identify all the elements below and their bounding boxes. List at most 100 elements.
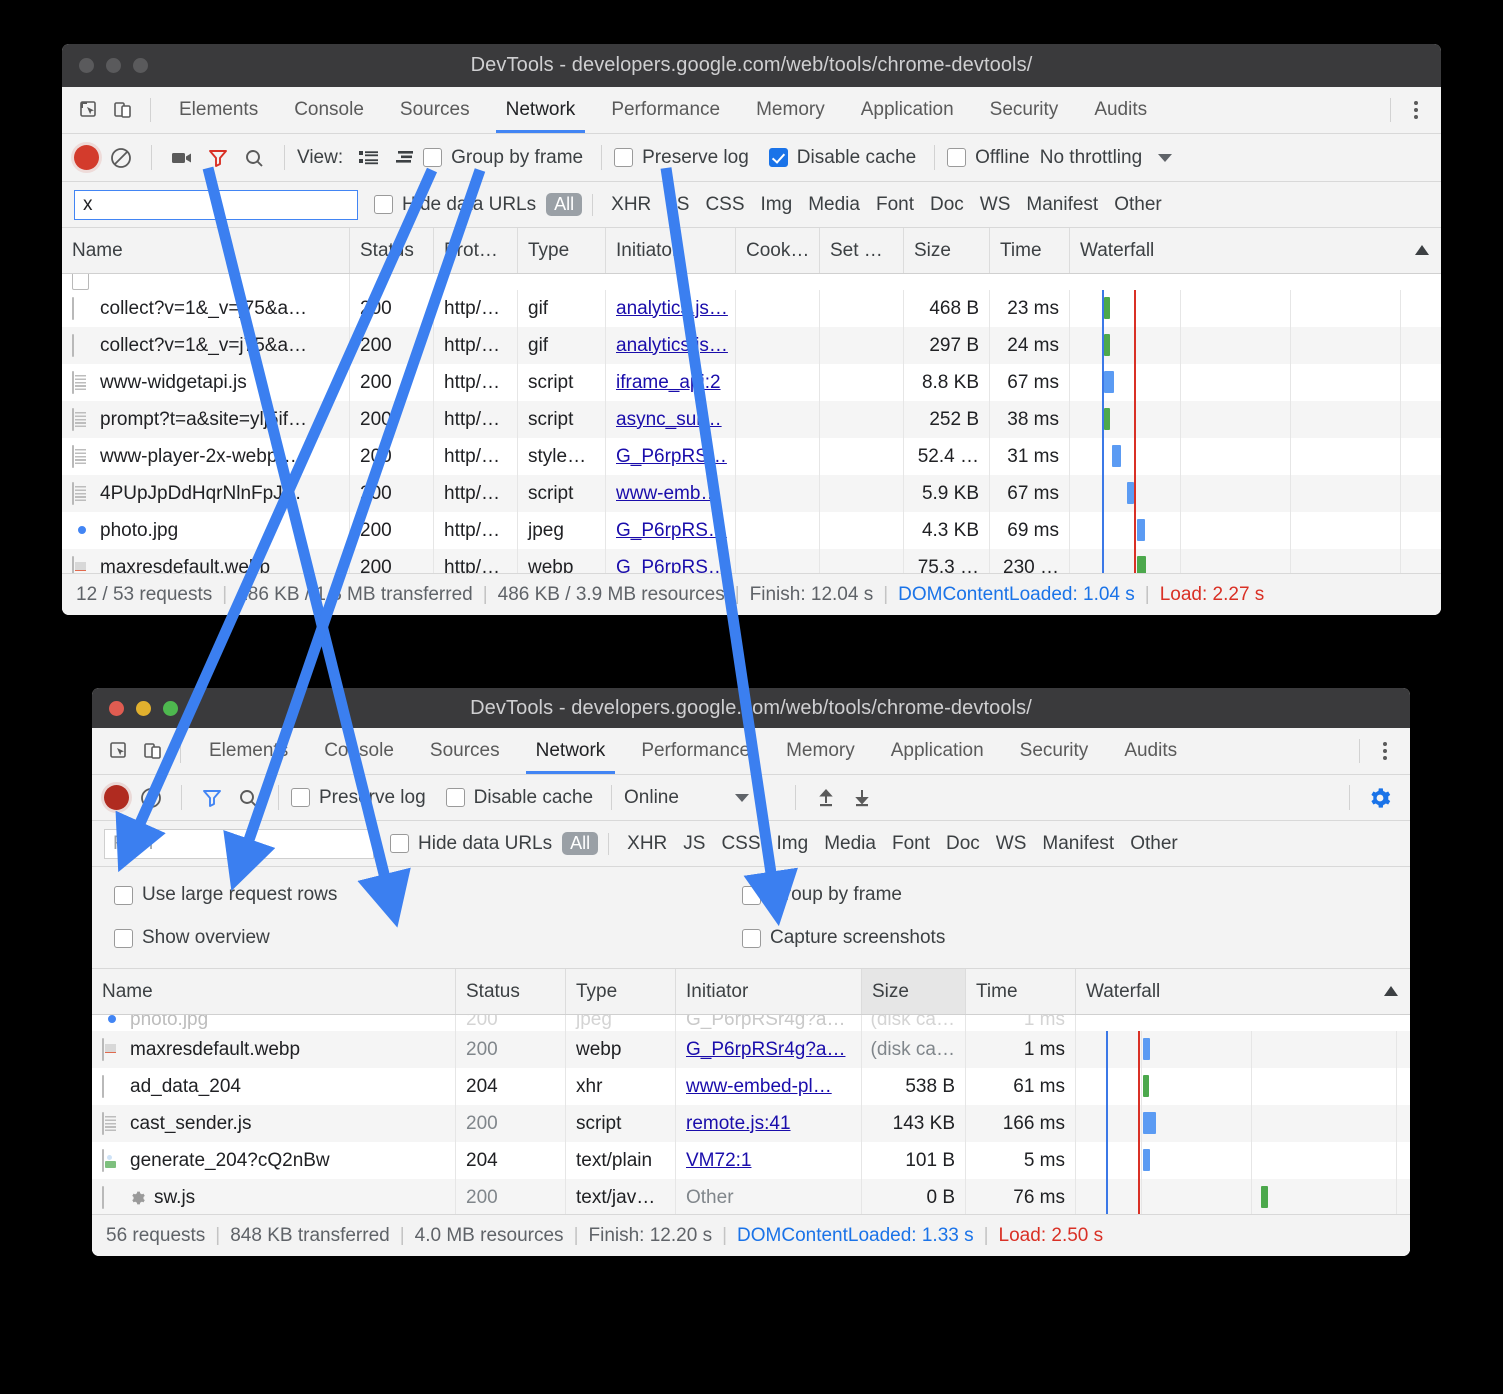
filter-type-other[interactable]: Other [1114,194,1162,216]
minimize-button[interactable] [106,58,121,73]
column-header-name[interactable]: Name [62,228,350,273]
show-overview-checkbox[interactable]: Show overview [114,927,270,949]
filter-type-other[interactable]: Other [1130,833,1178,855]
request-initiator[interactable]: G_P6rpRSr4g?a… [676,1015,862,1031]
table-row[interactable]: www-player-2x-webp-… 200 http/… style… G_P6r… [62,438,1441,475]
filter-type-media[interactable]: Media [824,833,876,855]
column-header-size[interactable]: Size [904,228,990,273]
tab-application[interactable]: Application [873,728,1002,774]
column-header-initiator[interactable]: Initiator [606,228,736,273]
table-row[interactable]: photo.jpg 200 http/… jpeg G_P6rpRS… 4.3 KB 69 … [62,512,1441,549]
filter-input[interactable]: x [74,189,358,220]
hide-data-urls-checkbox[interactable]: Hide data URLs [390,833,552,855]
view-waterfall-icon[interactable] [387,143,423,173]
filter-type-xhr[interactable]: XHR [627,833,667,855]
request-initiator[interactable]: remote.js:41 [676,1105,862,1142]
column-header-status[interactable]: Status [456,969,566,1014]
filter-type-font[interactable]: Font [876,194,914,216]
table-row[interactable]: prompt?t=a&site=ylj5if… 200 http/… script as… [62,401,1441,438]
filter-type-css[interactable]: CSS [721,833,760,855]
panel-tabstrip-top[interactable]: Elements Console Sources Network Perform… [62,87,1441,134]
column-header-size[interactable]: Size [862,969,966,1014]
filter-type-xhr[interactable]: XHR [611,194,651,216]
tab-elements[interactable]: Elements [191,728,306,774]
chevron-down-icon[interactable] [1158,153,1173,162]
tab-memory[interactable]: Memory [768,728,873,774]
chevron-down-icon[interactable] [734,793,749,802]
checkbox-box[interactable] [742,885,761,905]
preserve-log-checkbox[interactable]: Preserve log [614,147,749,169]
filter-type-img[interactable]: Img [761,194,793,216]
column-header-waterfall[interactable]: Waterfall [1076,969,1410,1014]
gear-icon[interactable] [1362,783,1398,813]
tab-console[interactable]: Console [306,728,412,774]
devtools-window-top[interactable]: DevTools - developers.google.com/web/too… [62,44,1441,615]
table-row[interactable]: generate_204?cQ2nBw 204 text/plain VM72:1 10… [92,1142,1410,1179]
tab-application[interactable]: Application [843,87,972,133]
throttling-value[interactable]: No throttling [1040,147,1142,169]
tab-performance[interactable]: Performance [623,728,768,774]
filter-type-ws[interactable]: WS [980,194,1011,216]
filter-type-font[interactable]: Font [892,833,930,855]
column-header-setcookies[interactable]: Set … [820,228,904,273]
filter-type-js[interactable]: JS [667,194,689,216]
checkbox-box[interactable] [114,928,133,948]
hide-data-urls-checkbox[interactable]: Hide data URLs [374,194,536,216]
network-filterbar-top[interactable]: x Hide data URLs All XHR JS CSS Img Medi… [62,182,1441,228]
tab-network[interactable]: Network [518,728,624,774]
filter-type-img[interactable]: Img [777,833,809,855]
sort-ascending-icon[interactable] [1413,240,1431,262]
request-initiator[interactable]: Other [676,1179,862,1216]
table-row[interactable]: www-widgetapi.js 200 http/… script iframe_ap… [62,364,1441,401]
request-initiator[interactable]: async_sur… [606,401,736,438]
network-settings-pane[interactable]: Use large request rows Group by frame Sh… [92,867,1410,969]
inspect-element-icon[interactable] [72,95,106,125]
panel-tabstrip-bottom[interactable]: Elements Console Sources Network Perform… [92,728,1410,775]
window-controls-bottom[interactable] [92,700,178,716]
table-row[interactable]: collect?v=1&_v=j75&a… 200 http/… gif analyti… [62,327,1441,364]
use-large-request-rows-checkbox[interactable]: Use large request rows [114,884,337,906]
checkbox-box[interactable] [423,148,443,167]
tab-audits[interactable]: Audits [1076,87,1165,133]
filter-type-manifest[interactable]: Manifest [1026,194,1098,216]
record-icon[interactable] [74,145,99,170]
column-header-initiator[interactable]: Initiator [676,969,862,1014]
tabs-bottom[interactable]: Elements Console Sources Network Perform… [191,728,1349,774]
request-initiator[interactable]: analytics.js… [606,290,736,327]
table-row[interactable]: collect?v=1&_v=j75&a… 200 http/… gif analyti… [62,290,1441,327]
filter-type-doc[interactable]: Doc [946,833,980,855]
sort-ascending-icon[interactable] [1382,981,1400,1003]
filter-type-all[interactable]: All [546,193,583,216]
disable-cache-checkbox[interactable]: Disable cache [445,787,593,809]
requests-table-body-top[interactable]: collect?v=1&_v=j75&a… 200 http/… gif analyti… [62,274,1441,586]
filter-type-doc[interactable]: Doc [930,194,964,216]
table-row[interactable]: sw.js 200 text/jav… Other 0 B 76 ms [92,1179,1410,1216]
search-icon[interactable] [230,783,266,813]
column-header-name[interactable]: Name [92,969,456,1014]
tab-audits[interactable]: Audits [1106,728,1195,774]
checkbox-box[interactable] [374,195,393,214]
checkbox-box[interactable] [291,788,310,807]
window-controls-top[interactable] [62,58,148,73]
capture-screenshots-icon[interactable] [164,143,200,173]
filter-types-top[interactable]: XHR JS CSS Img Media Font Doc WS Manifes… [611,194,1162,216]
column-header-cookies[interactable]: Cook… [736,228,820,273]
filter-type-manifest[interactable]: Manifest [1042,833,1114,855]
request-initiator[interactable]: www-embed-pl… [676,1068,862,1105]
request-initiator[interactable]: iframe_api:2 [606,364,736,401]
close-button[interactable] [79,58,94,73]
filter-type-all[interactable]: All [562,832,599,855]
import-har-icon[interactable] [808,783,844,813]
checkbox-box[interactable] [742,928,761,948]
device-toolbar-icon[interactable] [136,736,170,766]
minimize-button[interactable] [136,700,151,716]
filter-type-js[interactable]: JS [683,833,705,855]
throttling-value[interactable]: Online [624,787,679,809]
checkbox-box[interactable] [614,148,634,167]
record-icon[interactable] [104,785,129,810]
table-row[interactable]: maxresdefault.webp 200 webp G_P6rpRSr4g?a…(… [92,1031,1410,1068]
tab-console[interactable]: Console [276,87,382,133]
search-icon[interactable] [236,143,272,173]
checkbox-box[interactable] [445,788,465,807]
more-options-icon[interactable] [1370,742,1400,760]
